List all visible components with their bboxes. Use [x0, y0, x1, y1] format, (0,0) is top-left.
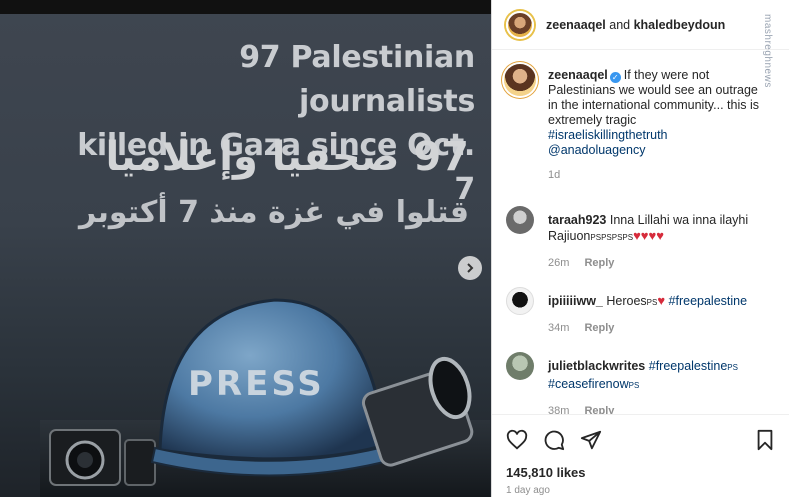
like-heart-icon[interactable]: [506, 429, 528, 451]
caption-time[interactable]: 1d: [548, 169, 560, 181]
likes-count[interactable]: 145,810 likes: [506, 465, 586, 480]
share-send-icon[interactable]: [580, 429, 602, 451]
post-image[interactable]: 97 Palestinian journalists killed in Gaz…: [0, 0, 491, 497]
author-link-1[interactable]: zeenaaqel: [546, 18, 606, 32]
caption-avatar[interactable]: [504, 64, 536, 96]
helmet-illustration: PRESS: [40, 270, 490, 497]
post-actions: 145,810 likes 1 day ago: [492, 414, 789, 497]
comment-item: taraah923 Inna Lillahi wa inna ilayhi Ra…: [492, 204, 789, 269]
headline-arabic-line2: قتلوا في غزة منذ 7 أكتوبر: [78, 195, 469, 230]
post-caption: zeenaaqel ✓ If they were not Palestinians …: [492, 58, 789, 188]
comment-icon[interactable]: [543, 429, 565, 451]
comment-item: julietblackwrites #freepalestinePS #ceas…: [492, 350, 789, 417]
reply-button[interactable]: Reply: [584, 257, 614, 269]
top-bar: [0, 0, 491, 14]
comment-suffix: PS: [727, 363, 738, 372]
headline-english: 97 Palestinian journalists killed in Gaz…: [55, 36, 475, 212]
bookmark-icon[interactable]: [754, 429, 776, 451]
comment-avatar[interactable]: [506, 206, 534, 234]
action-icons: [506, 429, 602, 451]
comment-hashtag[interactable]: #freepalestine: [649, 359, 728, 373]
comment-text: ipiiiiiww_ HeroesPS♥ #freepalestine: [548, 285, 768, 311]
comment-hashtag[interactable]: #freepalestine: [669, 294, 748, 308]
post-header: zeenaaqel and khaledbeydoun: [492, 0, 789, 50]
comment-meta: 34m Reply: [548, 322, 768, 334]
helmet-label: PRESS: [188, 364, 325, 404]
verified-badge-icon: ✓: [609, 72, 621, 83]
comment-suffix: PS: [646, 298, 658, 307]
comment-username[interactable]: julietblackwrites: [548, 359, 645, 373]
headline-en-line1: 97 Palestinian journalists: [239, 40, 475, 119]
comment-meta: 26m Reply: [548, 257, 768, 269]
comment-time[interactable]: 34m: [548, 322, 569, 334]
heart-emoji-icon: ♥: [657, 293, 666, 308]
caption-hashtag[interactable]: #israeliskillingthetruth: [548, 128, 668, 142]
post-authors: zeenaaqel and khaledbeydoun: [546, 18, 725, 32]
comment-text: julietblackwrites #freepalestinePS #ceas…: [548, 350, 768, 394]
comment-body: Heroes: [606, 294, 647, 308]
reply-button[interactable]: Reply: [584, 322, 614, 334]
caption-text: zeenaaqel ✓ If they were not Palestinians …: [548, 58, 768, 158]
chevron-right-icon: [467, 263, 474, 273]
comment-time[interactable]: 26m: [548, 257, 569, 269]
comment-username[interactable]: ipiiiiiww_: [548, 294, 603, 308]
post-side-panel: zeenaaqel and khaledbeydoun mashreghnews…: [491, 0, 789, 497]
author-link-2[interactable]: khaledbeydoun: [634, 18, 726, 32]
comment-text: taraah923 Inna Lillahi wa inna ilayhi Ra…: [548, 204, 768, 246]
comment-suffix: PSPSPSPS: [590, 233, 634, 242]
heart-emoji-icon: ♥♥♥♥: [633, 228, 664, 243]
next-slide-button[interactable]: [458, 256, 482, 280]
comment-username[interactable]: taraah923: [548, 213, 606, 227]
post-age[interactable]: 1 day ago: [506, 485, 550, 496]
comment-item: ipiiiiiww_ HeroesPS♥ #freepalestine 34m …: [492, 285, 789, 334]
comment-suffix: PS: [628, 381, 640, 390]
caption-mention[interactable]: @anadoluagency: [548, 143, 646, 157]
comment-avatar[interactable]: [506, 352, 534, 380]
comment-avatar[interactable]: [506, 287, 534, 315]
caption-username[interactable]: zeenaaqel: [548, 68, 608, 82]
caption-meta: 1d: [548, 169, 768, 181]
comment-hashtag[interactable]: #ceasefirenow: [548, 377, 629, 391]
author-avatar[interactable]: [506, 10, 534, 39]
headline-arabic-line1: 97 صحفيا وإعلاميا: [105, 134, 469, 180]
authors-joiner: and: [605, 17, 634, 32]
comments-list: zeenaaqel ✓ If they were not Palestinians …: [492, 58, 789, 417]
